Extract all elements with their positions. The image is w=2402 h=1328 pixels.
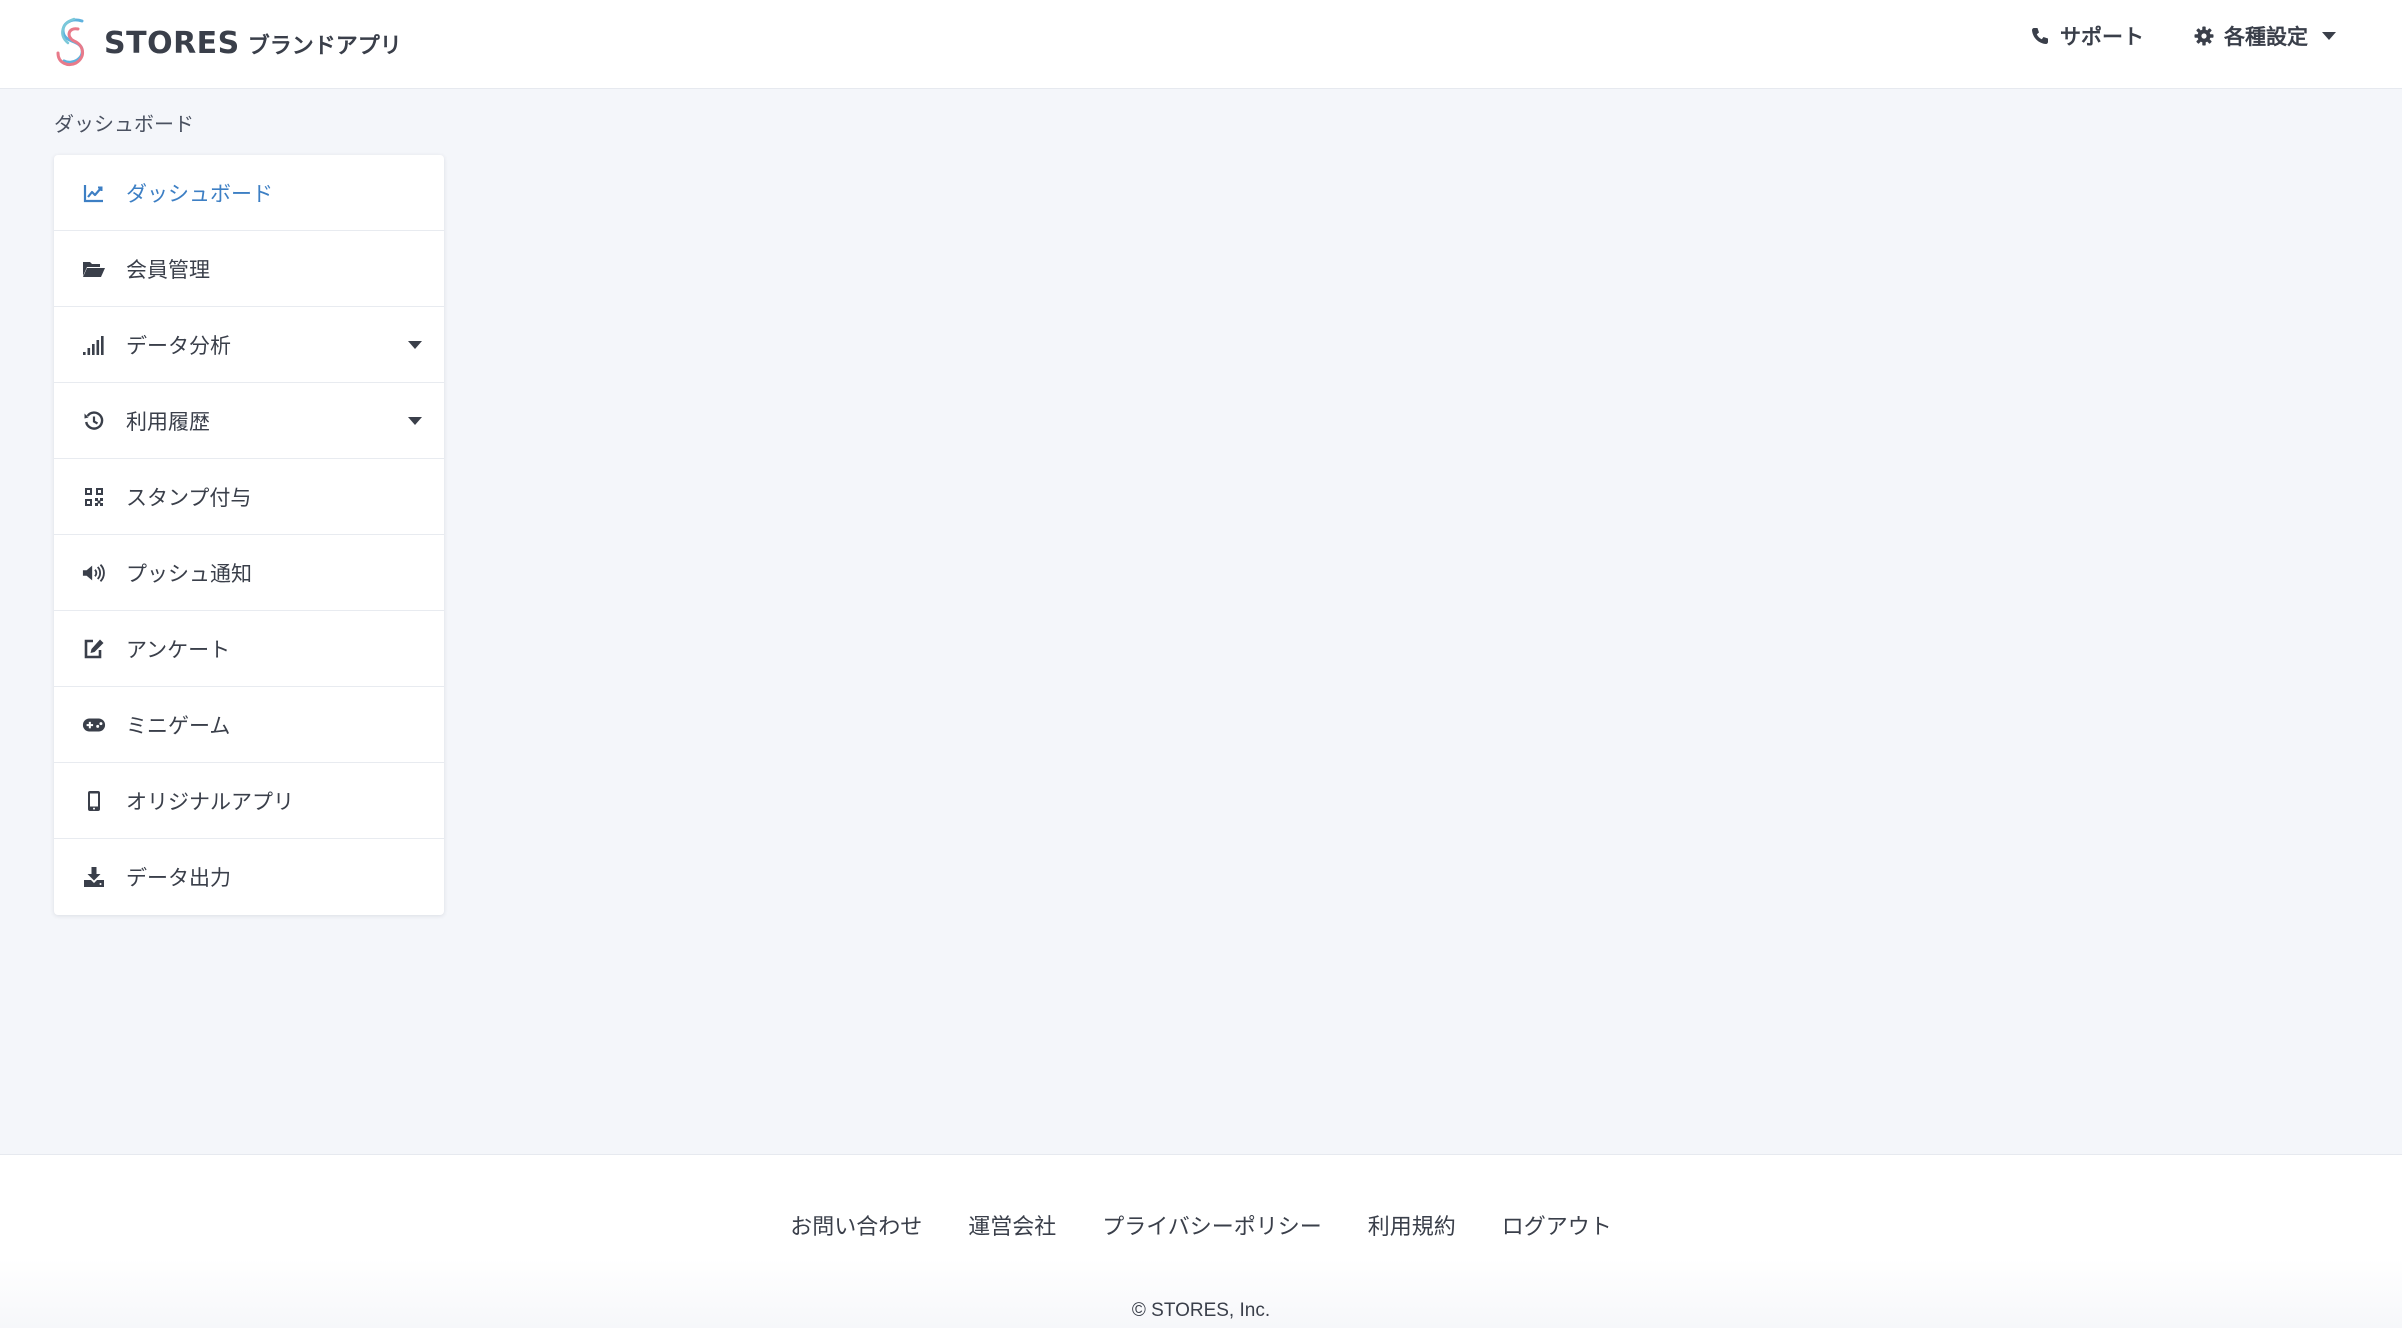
sidebar-item-label: スタンプ付与: [126, 486, 252, 510]
sidebar-item-label: データ出力: [126, 867, 231, 890]
sidebar-item-data-export[interactable]: データ出力: [54, 839, 444, 915]
chart-line-icon: [82, 181, 106, 205]
sidebar-item-label: プッシュ通知: [126, 562, 252, 586]
copyright: © STORES, Inc.: [1131, 1300, 1271, 1321]
settings-label: 各種設定: [2224, 26, 2308, 49]
sidebar-item-label: オリジナルアプリ: [126, 790, 294, 814]
volume-icon: [82, 561, 106, 585]
gear-icon: [2194, 26, 2214, 46]
sidebar-item-push-notification[interactable]: プッシュ通知: [54, 535, 444, 611]
sidebar-item-label: 会員管理: [126, 258, 210, 282]
page-footer: お問い合わせ 運営会社 プライバシーポリシー 利用規約 ログアウト © STOR…: [0, 1154, 2402, 1328]
sidebar-item-label: データ分析: [126, 334, 231, 358]
footer-link-contact[interactable]: お問い合わせ: [790, 1209, 922, 1241]
phone-icon: [2032, 28, 2048, 44]
footer-links: お問い合わせ 運営会社 プライバシーポリシー 利用規約 ログアウト: [0, 1209, 2402, 1241]
sidebar-item-minigame[interactable]: ミニゲーム: [54, 687, 444, 763]
sidebar-item-data-analysis[interactable]: データ分析: [54, 307, 444, 383]
sidebar-item-usage-history[interactable]: 利用履歴: [54, 383, 444, 459]
signal-bars-icon: [82, 333, 106, 357]
sidebar-item-dashboard[interactable]: ダッシュボード: [54, 155, 444, 231]
stores-logo-icon: [56, 17, 84, 67]
chevron-down-icon: [408, 341, 422, 349]
sidebar-item-label: ミニゲーム: [126, 714, 231, 738]
sidebar-item-stamp-grant[interactable]: スタンプ付与: [54, 459, 444, 535]
download-icon: [82, 865, 106, 889]
qrcode-icon: [82, 485, 106, 509]
footer-link-logout[interactable]: ログアウト: [1502, 1209, 1612, 1241]
settings-dropdown[interactable]: 各種設定: [2194, 21, 2336, 51]
folder-open-icon: [82, 257, 106, 281]
sidebar-item-survey[interactable]: アンケート: [54, 611, 444, 687]
gamepad-icon: [82, 713, 106, 737]
footer-link-terms[interactable]: 利用規約: [1368, 1209, 1456, 1241]
support-link[interactable]: サポート: [2030, 21, 2144, 51]
breadcrumb: ダッシュボード: [54, 114, 194, 136]
sidebar-item-label: ダッシュボード: [126, 182, 273, 206]
brand-logo[interactable]: STORES ブランドアプリ: [52, 10, 402, 76]
edit-icon: [82, 637, 106, 661]
sidebar-item-label: 利用履歴: [126, 410, 210, 434]
brand-word: STORES: [104, 25, 240, 61]
chevron-down-icon: [408, 417, 422, 425]
sidebar-item-original-app[interactable]: オリジナルアプリ: [54, 763, 444, 839]
footer-link-privacy[interactable]: プライバシーポリシー: [1102, 1209, 1322, 1241]
mobile-icon: [82, 789, 106, 813]
support-label: サポート: [2060, 26, 2144, 49]
top-header: STORES ブランドアプリ サポート 各種設定: [0, 0, 2402, 89]
chevron-down-icon: [2322, 32, 2336, 40]
sidebar-item-label: アンケート: [126, 638, 231, 662]
history-icon: [82, 409, 106, 433]
sidebar-item-members[interactable]: 会員管理: [54, 231, 444, 307]
brand-subtitle: ブランドアプリ: [247, 34, 402, 59]
sidebar-menu: ダッシュボード 会員管理 データ分析 利用履歴 スタンプ付与 プッシュ通知 アン…: [54, 155, 444, 915]
header-nav: サポート 各種設定: [2030, 18, 2336, 54]
footer-link-company[interactable]: 運営会社: [968, 1209, 1056, 1241]
